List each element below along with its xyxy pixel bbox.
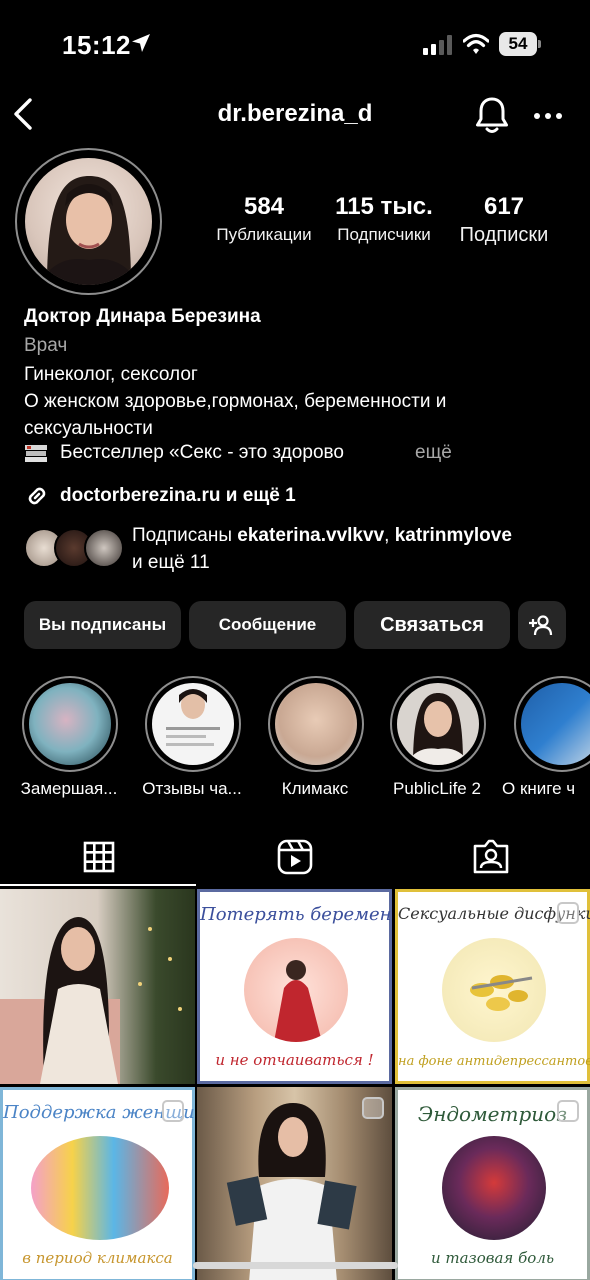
highlight-label: О книге ч	[502, 779, 576, 798]
post-card-illustration	[244, 938, 348, 1042]
cellular-signal-icon	[423, 35, 452, 55]
post-illustration	[470, 975, 533, 1011]
highlight-portrait	[405, 693, 471, 765]
followed-prefix: Подписаны	[132, 525, 238, 546]
post-illustration	[274, 960, 322, 1042]
highlight-ring	[390, 676, 486, 772]
highlight-cover	[152, 683, 234, 765]
multi-select-icon	[162, 1100, 184, 1122]
highlight-label: Замершая...	[20, 779, 118, 798]
highlight-ring	[268, 676, 364, 772]
highlight-label: PublicLife 2	[393, 779, 481, 798]
post-thumbnail[interactable]: Потерять беременность и не отчаиваться !	[197, 889, 392, 1084]
profile-link-text: doctorberezina.ru и ещё 1	[60, 485, 296, 506]
status-bar: 15:12 54	[0, 0, 590, 90]
stat-following[interactable]: 617 Подписки	[450, 192, 558, 248]
home-indicator[interactable]	[193, 1262, 398, 1269]
post-card-subtitle: в период климакса	[22, 1249, 173, 1267]
profile-link[interactable]: doctorberezina.ru и ещё 1	[24, 483, 296, 509]
followed-by-text: Подписаны ekaterina.vvlkvv, katrinmylove…	[132, 522, 582, 576]
stat-following-label: Подписки	[459, 224, 549, 246]
profile-bio: Гинеколог, сексолог О женском здоровье,г…	[24, 361, 569, 442]
highlight-cover	[521, 683, 590, 765]
followed-user[interactable]: katrinmylove	[395, 525, 512, 546]
post-card-title: Потерять беременность	[200, 904, 392, 925]
highlight-ring	[514, 676, 590, 772]
post-thumbnail[interactable]: Поддержка женщин в период климакса	[0, 1087, 195, 1280]
bio-line: Гинеколог, сексолог	[24, 364, 198, 385]
battery-cap	[538, 40, 541, 48]
highlight-cover	[397, 683, 479, 765]
highlight-ring	[145, 676, 241, 772]
post-card: Эндометриоз и тазовая боль	[395, 1087, 590, 1280]
post-photo	[0, 917, 182, 1084]
stat-posts-label: Публикации	[216, 225, 312, 244]
contact-button[interactable]: Связаться	[354, 601, 510, 649]
link-chain-icon	[28, 487, 46, 505]
tagged-tab-icon[interactable]	[471, 838, 511, 876]
post-thumbnail[interactable]	[0, 889, 195, 1084]
wifi-icon	[463, 33, 489, 54]
stat-followers-label: Подписчики	[337, 225, 431, 244]
post-card-subtitle: и тазовая боль	[430, 1249, 555, 1267]
books-emoji-icon	[25, 445, 47, 462]
post-card-subtitle: на фоне антидепрессантов	[398, 1054, 590, 1069]
following-button[interactable]: Вы подписаны	[24, 601, 181, 649]
follower-avatar	[84, 528, 124, 568]
post-thumbnail[interactable]: Сексуальные дисфункции на фоне антидепре…	[395, 889, 590, 1084]
stat-followers[interactable]: 115 тыс. Подписчики	[328, 192, 440, 248]
post-card-illustration	[31, 1136, 169, 1240]
followed-user[interactable]: ekaterina.vvlkvv	[237, 525, 384, 546]
bio-line: О женском здоровье,гормонах, беременност…	[24, 391, 447, 439]
highlight-cover	[275, 683, 357, 765]
add-person-icon	[529, 615, 553, 636]
highlight-portrait	[166, 689, 220, 746]
stat-following-value: 617	[483, 193, 525, 220]
post-thumbnail[interactable]	[197, 1087, 392, 1280]
avatar-portrait	[39, 176, 139, 285]
bio-more-link[interactable]: ещё	[415, 442, 452, 464]
highlight-label: Отзывы ча...	[142, 779, 242, 798]
suggested-accounts-button[interactable]	[518, 601, 566, 649]
battery-level: 54	[499, 32, 537, 56]
status-time: 15:12	[62, 30, 131, 60]
posts-grid-tab-icon[interactable]	[79, 838, 119, 876]
avatar-photo	[25, 158, 152, 285]
profile-avatar[interactable]	[15, 148, 162, 295]
active-tab-indicator	[0, 884, 196, 886]
post-card-illustration	[442, 1136, 546, 1240]
multi-select-icon	[557, 902, 579, 924]
stat-posts[interactable]: 584 Публикации	[206, 192, 322, 248]
post-thumbnail[interactable]: Эндометриоз и тазовая боль	[395, 1087, 590, 1280]
reels-tab-icon[interactable]	[275, 838, 315, 876]
battery-indicator: 54	[499, 32, 541, 56]
multi-select-icon	[557, 1100, 579, 1122]
bio-book-line: Бестселлер «Секс - это здорово	[24, 442, 344, 464]
profile-display-name: Доктор Динара Березина	[24, 306, 261, 327]
highlight-cover	[29, 683, 111, 765]
post-card-subtitle: и не отчаиваться !	[215, 1051, 374, 1069]
multi-select-icon	[362, 1097, 384, 1119]
post-card: Поддержка женщин в период климакса	[0, 1087, 195, 1280]
profile-category: Врач	[24, 335, 68, 356]
stat-posts-value: 584	[243, 193, 285, 220]
followed-suffix: и ещё 11	[132, 552, 210, 573]
notifications-bell-icon[interactable]	[474, 96, 510, 134]
more-options-icon[interactable]	[532, 104, 564, 128]
location-arrow-icon	[132, 34, 150, 52]
message-button[interactable]: Сообщение	[189, 601, 346, 649]
post-card: Потерять беременность и не отчаиваться !	[197, 889, 392, 1084]
post-card: Сексуальные дисфункции на фоне антидепре…	[395, 889, 590, 1084]
stat-followers-value: 115 тыс.	[335, 193, 433, 220]
highlight-label: Климакс	[281, 779, 349, 798]
followed-separator: ,	[384, 525, 395, 546]
bio-book-text: Бестселлер «Секс - это здорово	[60, 442, 344, 463]
post-card-illustration	[442, 938, 546, 1042]
highlight-ring	[22, 676, 118, 772]
